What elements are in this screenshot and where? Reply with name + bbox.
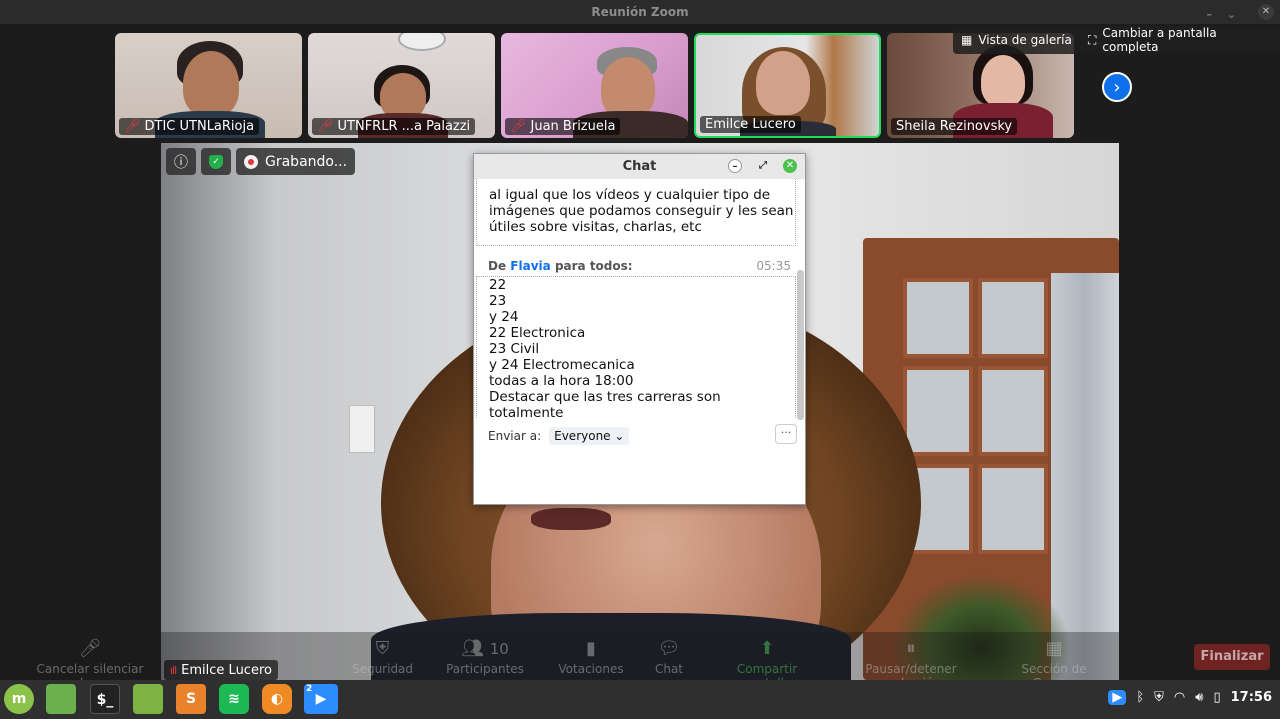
chat-titlebar[interactable]: Chat – ⤢ ✕: [474, 154, 805, 179]
sublime-icon[interactable]: S: [176, 684, 206, 714]
info-icon: ⓘ: [174, 154, 188, 171]
battery-icon[interactable]: ▯: [1213, 690, 1220, 705]
participant-name: Sheila Rezinovsky: [891, 118, 1018, 135]
chat-message: 22 23 y 24 22 Electronica 23 Civil y 24 …: [476, 276, 796, 419]
desktop-icon[interactable]: [46, 684, 76, 714]
recipient-dropdown[interactable]: Everyone ⌄: [549, 427, 630, 445]
sender-name: Flavia: [510, 259, 551, 273]
meeting-info-button[interactable]: ⓘ: [166, 148, 196, 175]
mic-off-icon: 🎤︎: [78, 638, 102, 659]
bluetooth-icon[interactable]: ᛒ: [1136, 690, 1144, 705]
send-to-row: Enviar a: Everyone ⌄: [488, 427, 630, 445]
message-time: 05:35: [756, 259, 791, 273]
window-count-badge: 2: [306, 684, 313, 694]
participant-tile[interactable]: 🎤︎ Juan Brizuela: [501, 33, 688, 138]
share-screen-icon: ⬆: [759, 638, 775, 659]
gallery-view-button[interactable]: ▦ Vista de galería: [953, 26, 1080, 54]
chat-window: Chat – ⤢ ✕ al igual que los vídeos y cua…: [473, 153, 806, 505]
recording-indicator[interactable]: Grabando...: [236, 148, 356, 175]
clock[interactable]: 17:56: [1231, 690, 1272, 705]
wall-switch: [349, 405, 375, 453]
mic-off-icon: 🎤︎: [510, 119, 527, 134]
breakout-icon: ▦: [1045, 638, 1063, 659]
encryption-badge[interactable]: ✓: [201, 148, 231, 175]
chat-message: al igual que los vídeos y cualquier tipo…: [476, 179, 796, 246]
poll-icon: ▮: [586, 638, 596, 659]
close-icon[interactable]: ✕: [783, 159, 797, 173]
participant-name: 🎤︎ Juan Brizuela: [505, 118, 621, 135]
more-options-button[interactable]: ···: [775, 424, 797, 444]
zoom-tray-icon[interactable]: ▶: [1108, 690, 1127, 705]
end-meeting-button[interactable]: Finalizar: [1194, 644, 1270, 670]
chat-message-header: De Flavia para todos: 05:35: [488, 259, 791, 273]
shield-icon: ⛨: [375, 638, 390, 659]
system-tray: ▶ ᛒ ⛨ ◠ 🔊︎ ▯ 17:56: [1108, 690, 1272, 705]
files-icon[interactable]: [133, 684, 163, 714]
chat-icon: 💬︎: [657, 638, 681, 659]
chat-button[interactable]: 💬︎ Chat: [645, 636, 693, 676]
audio-level-icon: ıll: [170, 663, 177, 677]
grid-icon: ▦: [961, 33, 973, 47]
next-page-button[interactable]: ›: [1102, 72, 1132, 102]
chat-scrollbar[interactable]: [797, 270, 804, 420]
chevron-down-icon: ⌄: [614, 429, 625, 443]
mic-off-icon: 🎤︎: [317, 119, 334, 134]
minimize-icon[interactable]: –: [728, 159, 742, 173]
participant-tile-active[interactable]: Emilce Lucero: [694, 33, 881, 138]
participants-icon: 👥︎ 10: [461, 638, 509, 659]
firefox-icon[interactable]: ◐: [262, 684, 292, 714]
volume-icon[interactable]: 🔊︎: [1195, 690, 1203, 705]
restore-icon[interactable]: ⤢: [756, 159, 770, 173]
participant-tile[interactable]: 🎤︎ DTIC UTNLaRioja: [115, 33, 302, 138]
participant-tile[interactable]: 🎤︎ UTNFRLR ...a Palazzi: [308, 33, 495, 138]
zoom-app-icon[interactable]: 2 ▶: [304, 684, 338, 714]
participant-name: 🎤︎ DTIC UTNLaRioja: [119, 118, 260, 135]
update-shield-icon[interactable]: ⛨: [1154, 690, 1164, 705]
security-button[interactable]: ⛨ Seguridad: [340, 636, 425, 676]
mic-off-icon: 🎤︎: [124, 119, 141, 134]
chat-messages[interactable]: al igual que los vídeos y cualquier tipo…: [475, 179, 799, 419]
fullscreen-button[interactable]: ⛶ Cambiar a pantalla completa: [1080, 26, 1280, 54]
window-title: Reunión Zoom: [591, 5, 689, 19]
mint-menu-icon[interactable]: m: [4, 684, 34, 714]
participant-name: 🎤︎ UTNFRLR ...a Palazzi: [312, 118, 476, 135]
close-window-button[interactable]: ✕: [1258, 4, 1274, 20]
system-taskbar: m $_ S ≋ ◐ 2 ▶ ▶ ᛒ ⛨ ◠ 🔊︎ ▯ 17:56: [0, 680, 1280, 719]
shield-check-icon: ✓: [209, 154, 223, 169]
window-titlebar: Reunión Zoom – ⌄ ✕: [0, 0, 1280, 24]
wifi-icon[interactable]: ◠: [1174, 690, 1185, 705]
chat-title: Chat: [622, 159, 657, 174]
chevron-right-icon: ›: [1113, 77, 1121, 98]
participants-button[interactable]: 👥︎ 10 Participantes: [440, 636, 530, 676]
active-speaker-label: ıll Emilce Lucero: [164, 660, 278, 680]
polls-button[interactable]: ▮ Votaciones: [555, 636, 627, 676]
record-icon: [244, 154, 258, 169]
meeting-status-bar: ⓘ ✓ Grabando...: [166, 148, 356, 175]
terminal-icon[interactable]: $_: [90, 684, 120, 714]
record-pause-icon: ⏸︎: [906, 638, 916, 659]
participant-name: Emilce Lucero: [700, 116, 801, 133]
fullscreen-icon: ⛶: [1088, 32, 1097, 47]
spotify-icon[interactable]: ≋: [219, 684, 249, 714]
